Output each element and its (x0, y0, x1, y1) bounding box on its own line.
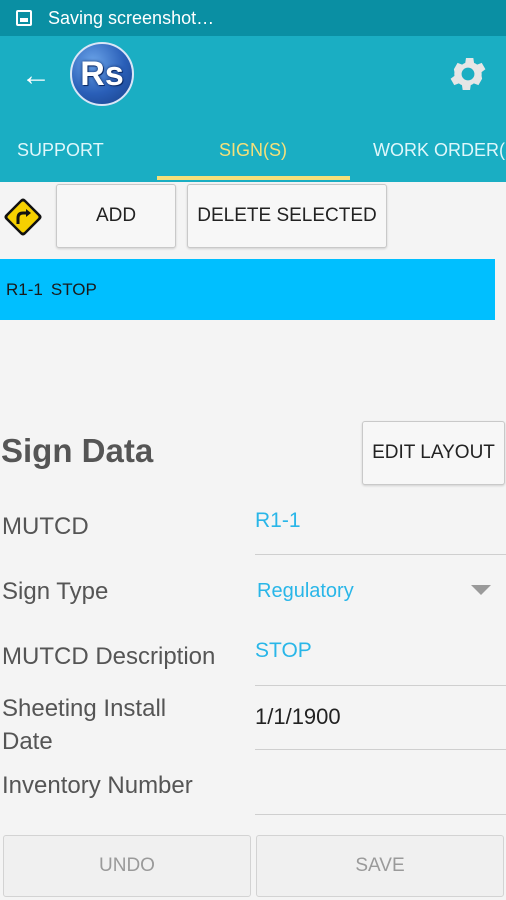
arrow-left-icon[interactable]: ← (16, 56, 56, 96)
sheeting-install-date-label-line1: Sheeting Install (2, 695, 167, 722)
add-button[interactable]: ADD (56, 184, 176, 248)
gear-icon[interactable] (446, 52, 490, 96)
mutcd-value[interactable]: R1-1 (255, 509, 301, 533)
mutcd-description-label: MUTCD Description (2, 643, 216, 670)
status-bar: Saving screenshot… (0, 0, 506, 36)
inventory-number-label: Inventory Number (2, 772, 193, 799)
undo-button[interactable]: UNDO (3, 835, 251, 897)
sign-code: R1-1 (6, 279, 43, 299)
divider (255, 749, 506, 750)
sheeting-install-date-label-line2: Date (2, 728, 53, 755)
tab-support[interactable]: SUPPORT (17, 130, 104, 182)
tab-bar: SUPPORT SIGN(S) WORK ORDER(S) (0, 130, 506, 182)
tab-signs[interactable]: SIGN(S) (219, 130, 287, 182)
logo-text: Rs (80, 54, 124, 93)
save-button[interactable]: SAVE (256, 835, 504, 897)
delete-selected-button[interactable]: DELETE SELECTED (187, 184, 387, 248)
app-bar: ← Rs SUPPORT SIGN(S) WORK ORDER(S) (0, 36, 506, 182)
tab-work-orders[interactable]: WORK ORDER(S) (373, 130, 506, 182)
sign-type-select[interactable]: Regulatory (257, 580, 354, 603)
divider (255, 685, 506, 686)
app-logo: Rs (70, 42, 134, 106)
sign-list-item[interactable]: R1-1 STOP (0, 259, 495, 320)
curve-right-warning-sign-icon (4, 198, 42, 236)
divider (255, 814, 506, 815)
tab-indicator (157, 176, 350, 180)
sheeting-install-date-value[interactable]: 1/1/1900 (255, 704, 341, 730)
dropdown-arrow-icon[interactable] (471, 585, 491, 595)
sign-type-label: Sign Type (2, 578, 109, 605)
image-icon (16, 10, 32, 26)
edit-layout-button[interactable]: EDIT LAYOUT (362, 421, 505, 485)
sign-name: STOP (50, 279, 97, 299)
mutcd-label: MUTCD (2, 513, 89, 540)
status-text: Saving screenshot… (48, 7, 215, 28)
mutcd-description-value[interactable]: STOP (255, 639, 312, 663)
divider (255, 554, 506, 555)
section-title: Sign Data (1, 432, 154, 469)
